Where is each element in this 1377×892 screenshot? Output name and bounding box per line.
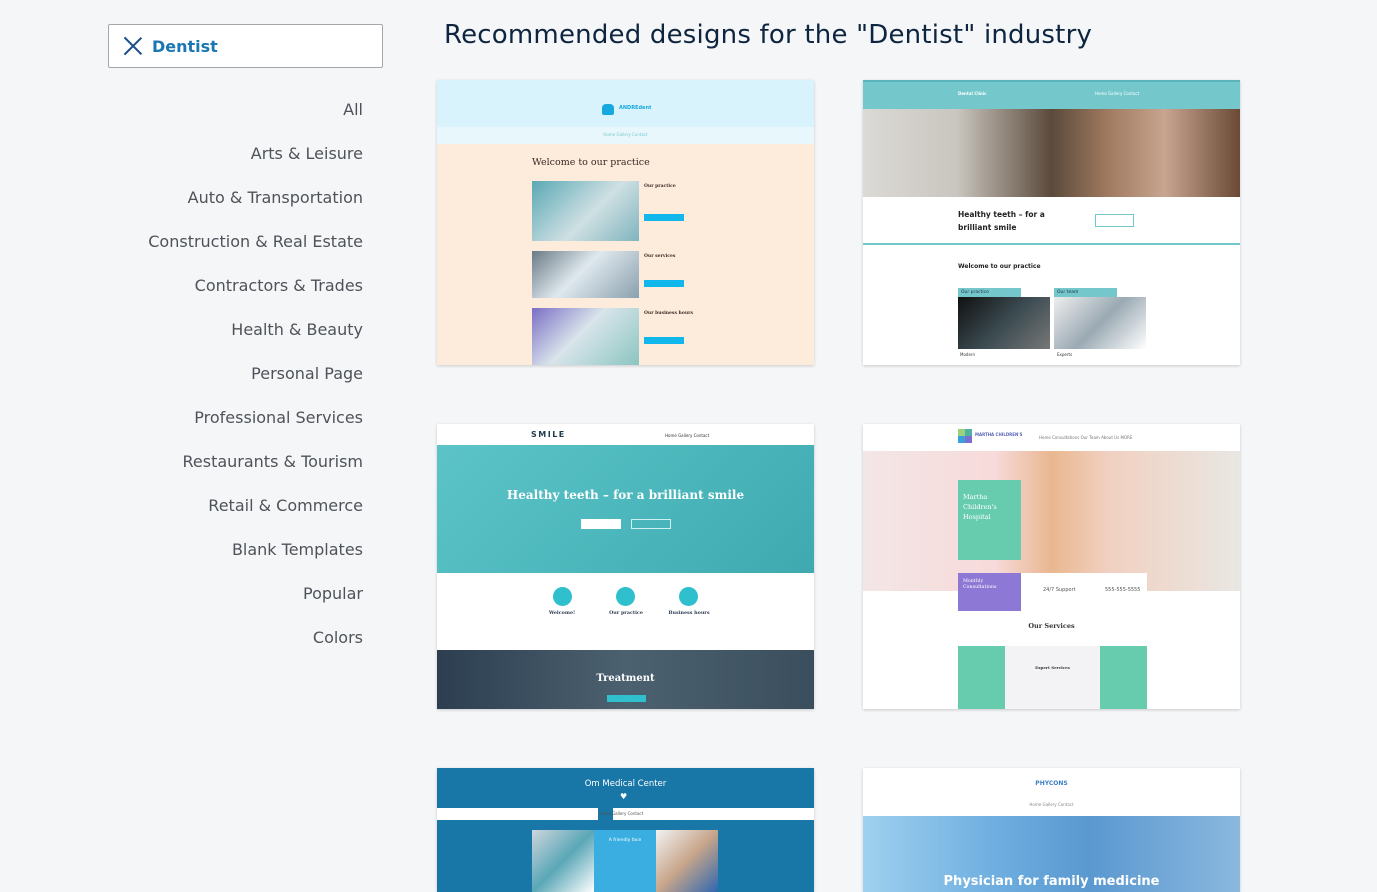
template-nav-text: Home Gallery Contact xyxy=(603,132,648,137)
template-hero-title: Healthy teeth – for a brilliant smile xyxy=(506,488,745,502)
template-learn-more-button xyxy=(644,214,684,221)
template-nav-text: Home Consultations Our Team About Us MOR… xyxy=(1039,435,1133,440)
category-item[interactable]: Arts & Leisure xyxy=(148,140,363,184)
template-tagline: Healthy teeth – for a brilliant smile xyxy=(958,208,1045,234)
template-brand: SMILE xyxy=(531,430,566,439)
feature-icon xyxy=(553,587,572,606)
page: Dentist All Arts & Leisure Auto & Transp… xyxy=(0,0,1377,892)
tagline-line: brilliant smile xyxy=(958,223,1017,232)
template-learn-more-button xyxy=(644,337,684,344)
category-item[interactable]: Contractors & Trades xyxy=(148,272,363,316)
template-photo xyxy=(532,308,639,365)
template-card-smile[interactable]: SMILE Home Gallery Contact Healthy teeth… xyxy=(437,424,814,709)
template-nav-text: Home Gallery Contact xyxy=(1029,802,1074,807)
industry-filter-chip[interactable]: Dentist xyxy=(108,24,383,68)
template-card-martha-childrens[interactable]: MARTHA CHILDREN'S Home Consultations Our… xyxy=(863,424,1240,709)
hospital-logo-icon xyxy=(958,429,972,443)
template-phone: 555-555-5555 xyxy=(1105,587,1141,593)
category-item[interactable]: Personal Page xyxy=(148,360,363,404)
tooth-logo-icon xyxy=(602,104,614,115)
template-welcome: Welcome to our practice xyxy=(958,263,1041,270)
template-section-title: Our business hours xyxy=(644,311,694,316)
template-brand: MARTHA CHILDREN'S xyxy=(975,432,1023,437)
template-brand: ANDREdent xyxy=(619,105,652,111)
template-brand: Om Medical Center xyxy=(584,779,667,789)
feature-icon xyxy=(679,587,698,606)
template-bottom-title: Treatment xyxy=(596,673,655,684)
category-item[interactable]: Blank Templates xyxy=(148,536,363,580)
template-card-phycons[interactable]: PHYCONS Home Gallery Contact Physician f… xyxy=(863,768,1240,892)
template-hero-title: Martha Children's Hospital xyxy=(963,493,997,521)
template-welcome: Welcome to our practice xyxy=(532,157,650,168)
template-button xyxy=(607,695,646,702)
template-friendly: A friendly face xyxy=(608,838,642,843)
template-tab: Our practice xyxy=(958,288,1021,297)
template-photo xyxy=(532,830,594,892)
template-brand: PHYCONS xyxy=(1035,780,1068,787)
close-icon[interactable] xyxy=(123,36,143,56)
category-item[interactable]: Colors xyxy=(148,624,363,668)
filter-label: Dentist xyxy=(152,36,218,56)
feature-title: Business hours xyxy=(668,610,710,616)
divider xyxy=(863,243,1240,245)
service-title: Expert Services xyxy=(1035,665,1070,670)
category-item[interactable]: Retail & Commerce xyxy=(148,492,363,536)
service-tile xyxy=(1005,646,1100,709)
template-more-button xyxy=(1095,214,1134,227)
template-hero xyxy=(437,445,814,573)
template-header xyxy=(863,80,1240,109)
template-button xyxy=(631,519,671,529)
template-header xyxy=(437,424,814,445)
template-photo xyxy=(532,181,639,241)
feature-icon xyxy=(616,587,635,606)
template-caption: Modern xyxy=(960,352,976,357)
template-photo xyxy=(958,297,1050,349)
template-header xyxy=(437,80,814,127)
category-item[interactable]: Auto & Transportation xyxy=(148,184,363,228)
template-hero-title: Physician for family medicine xyxy=(943,874,1160,889)
template-photo xyxy=(656,830,718,892)
category-item[interactable]: Construction & Real Estate xyxy=(148,228,363,272)
category-item[interactable]: Professional Services xyxy=(148,404,363,448)
template-nav-text: Home Gallery Contact xyxy=(665,433,710,438)
template-services-title: Our Services xyxy=(1028,622,1075,630)
template-header xyxy=(863,768,1240,816)
template-card-om-medical[interactable]: Om Medical Center ♥ Home Gallery Contact… xyxy=(437,768,814,892)
tagline-line: Healthy teeth – for a xyxy=(958,210,1045,219)
template-photo xyxy=(1054,297,1146,349)
template-nav-text: Home Gallery Contact xyxy=(1095,91,1140,96)
template-hero-photo xyxy=(863,109,1240,197)
service-tile xyxy=(1100,646,1147,709)
template-card-dental-clinic[interactable]: Dental Clinic Home Gallery Contact Healt… xyxy=(863,80,1240,365)
feature-title: Our practice xyxy=(609,610,643,616)
template-brand: Dental Clinic xyxy=(958,91,987,96)
template-hero-photo xyxy=(863,451,1240,591)
category-list: All Arts & Leisure Auto & Transportation… xyxy=(148,96,363,668)
heart-logo-icon: ♥ xyxy=(620,792,628,801)
template-nav-text: Home Gallery Contact xyxy=(599,811,644,816)
category-item[interactable]: Restaurants & Tourism xyxy=(148,448,363,492)
template-consult-title: Monthly Consultations xyxy=(963,579,997,590)
template-button xyxy=(581,519,621,529)
template-tab: Our team xyxy=(1054,288,1117,297)
service-tile xyxy=(958,646,1005,709)
template-card-andredent[interactable]: ANDREdent Home Gallery Contact Welcome t… xyxy=(437,80,814,365)
category-item[interactable]: All xyxy=(148,96,363,140)
feature-title: Welcome! xyxy=(548,610,576,616)
template-photo xyxy=(532,251,639,298)
category-item[interactable]: Health & Beauty xyxy=(148,316,363,360)
template-support: 24/7 Support xyxy=(1043,587,1076,593)
category-item[interactable]: Popular xyxy=(148,580,363,624)
template-learn-more-button xyxy=(644,280,684,287)
template-caption: Experts xyxy=(1057,352,1073,357)
page-title: Recommended designs for the "Dentist" in… xyxy=(444,20,1093,50)
template-section-title: Our practice xyxy=(644,184,676,189)
template-section-title: Our services xyxy=(644,254,676,259)
